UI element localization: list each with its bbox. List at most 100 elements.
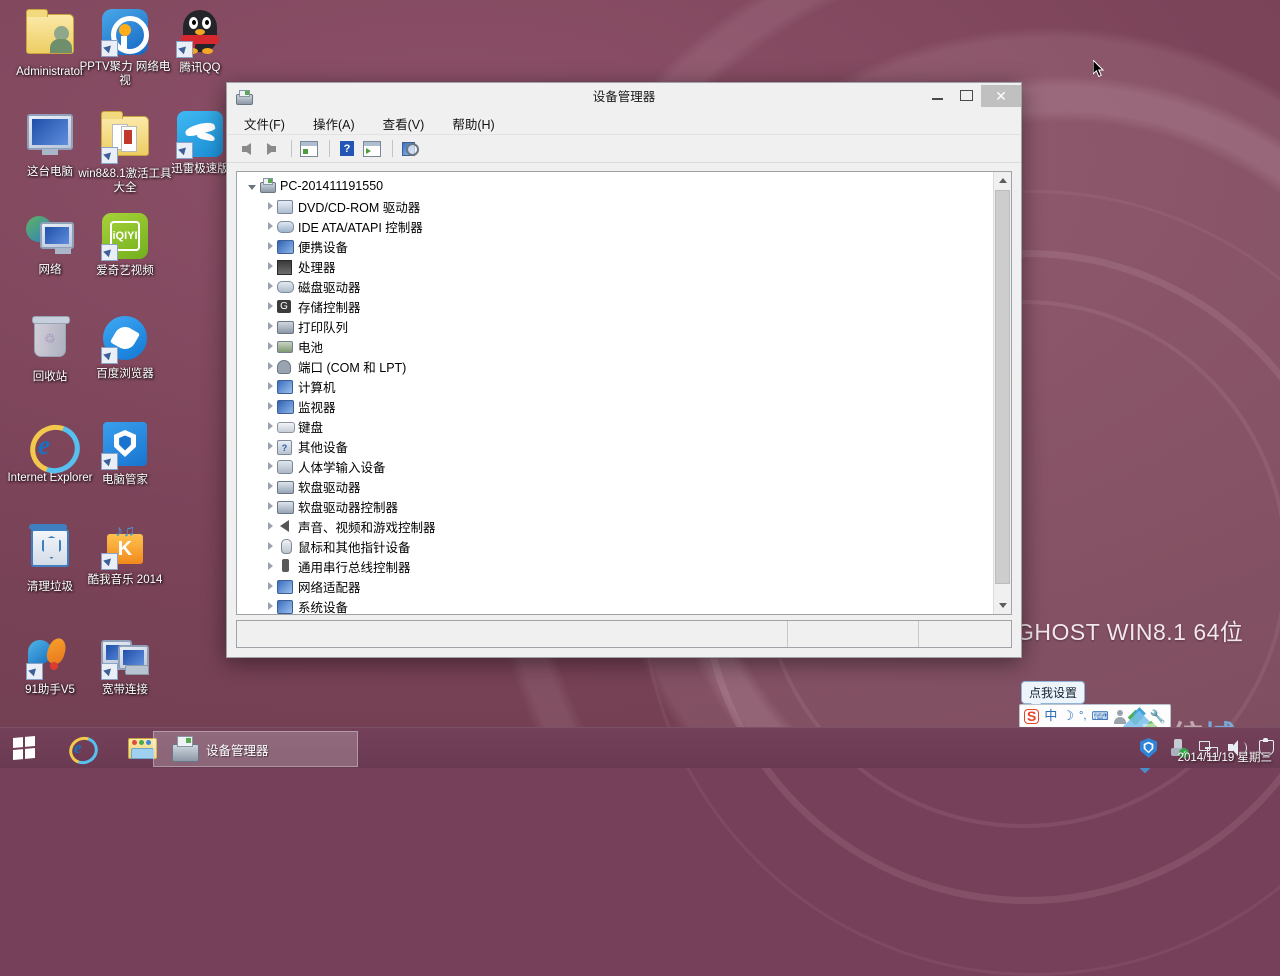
tree-row-printer[interactable]: 打印队列 <box>241 316 994 336</box>
expand-toggle[interactable] <box>263 342 277 350</box>
tree-row-hid[interactable]: 人体学输入设备 <box>241 456 994 476</box>
punctuation-icon[interactable]: °, <box>1079 709 1086 723</box>
expand-toggle[interactable] <box>263 382 277 390</box>
properties-icon[interactable] <box>298 138 320 160</box>
expand-toggle[interactable] <box>263 522 277 530</box>
vertical-scrollbar[interactable] <box>993 172 1011 614</box>
expand-toggle[interactable] <box>263 602 277 610</box>
expand-toggle[interactable] <box>263 482 277 490</box>
toolbar[interactable]: ? <box>227 135 1021 163</box>
expand-toggle[interactable] <box>263 362 277 370</box>
back-icon[interactable] <box>235 138 257 160</box>
tree-row-system-devices[interactable]: 系统设备 <box>241 596 994 614</box>
expand-toggle[interactable] <box>263 202 277 210</box>
start-button[interactable] <box>0 728 48 768</box>
status-bar <box>236 620 1012 648</box>
tree-row-ide[interactable]: IDE ATA/ATAPI 控制器 <box>241 216 994 236</box>
taskbar-ie[interactable]: e <box>60 731 102 765</box>
help-icon[interactable]: ? <box>336 138 358 160</box>
forward-icon[interactable] <box>260 138 282 160</box>
tree-row-label: 通用串行总线控制器 <box>298 557 411 576</box>
settings-tooltip[interactable]: 点我设置 <box>1021 681 1085 704</box>
desktop-icon-pc-manager[interactable]: 电脑管家 <box>77 420 173 487</box>
scrollbar-thumb[interactable] <box>995 190 1010 584</box>
moon-icon[interactable]: ☽ <box>1062 709 1074 723</box>
expand-toggle[interactable] <box>263 542 277 550</box>
window-titlebar[interactable]: 设备管理器 ✕ <box>227 83 1021 112</box>
device-tree[interactable]: PC-201411191550 DVD/CD-ROM 驱动器 IDE ATA/A… <box>237 172 994 614</box>
maximize-button[interactable] <box>952 85 981 107</box>
expand-toggle[interactable] <box>263 442 277 450</box>
taskbar-clock[interactable]: 2014/11/19 星期三 <box>1178 749 1272 765</box>
tree-row-label: 键盘 <box>298 417 323 436</box>
expand-toggle[interactable] <box>263 322 277 330</box>
tree-row-other-devices[interactable]: ? 其他设备 <box>241 436 994 456</box>
expand-toggle[interactable] <box>263 562 277 570</box>
pc-manager-shield-icon <box>101 422 149 470</box>
tree-row-label: 其他设备 <box>298 437 348 456</box>
computer-icon <box>26 114 74 162</box>
scan-hardware-icon[interactable] <box>399 138 421 160</box>
desktop-icon-baidu-browser[interactable]: 百度浏览器 <box>77 314 173 381</box>
menu-view[interactable]: 查看(V) <box>380 113 428 134</box>
tree-row-usb[interactable]: 通用串行总线控制器 <box>241 556 994 576</box>
tree-row-cpu[interactable]: 处理器 <box>241 256 994 276</box>
tree-root-label: PC-201411191550 <box>280 179 383 193</box>
desktop-icon-label: 百度浏览器 <box>77 367 173 381</box>
tree-row-disk[interactable]: 磁盘驱动器 <box>241 276 994 296</box>
tree-root-row[interactable]: PC-201411191550 <box>241 176 994 196</box>
tree-row-dvd[interactable]: DVD/CD-ROM 驱动器 <box>241 196 994 216</box>
desktop-icon-broadband-connection[interactable]: 宽带连接 <box>77 632 173 697</box>
desktop-icon-tencent-qq[interactable]: 腾讯QQ <box>152 8 248 75</box>
menu-help[interactable]: 帮助(H) <box>449 113 497 134</box>
expand-toggle[interactable] <box>263 262 277 270</box>
menu-action[interactable]: 操作(A) <box>310 113 358 134</box>
tree-row-floppy-ctrl[interactable]: 软盘驱动器控制器 <box>241 496 994 516</box>
storage-icon: G <box>277 298 294 314</box>
tree-row-portable[interactable]: 便携设备 <box>241 236 994 256</box>
expand-toggle[interactable] <box>263 242 277 250</box>
usb-icon <box>277 558 294 574</box>
expand-toggle[interactable] <box>263 402 277 410</box>
expand-toggle-root[interactable] <box>245 182 259 190</box>
expand-toggle[interactable] <box>263 302 277 310</box>
menu-file[interactable]: 文件(F) <box>241 113 288 134</box>
scroll-down-button[interactable] <box>994 597 1011 614</box>
device-tree-panel[interactable]: PC-201411191550 DVD/CD-ROM 驱动器 IDE ATA/A… <box>236 171 1012 615</box>
tree-row-computer[interactable]: 计算机 <box>241 376 994 396</box>
scroll-up-button[interactable] <box>994 172 1011 189</box>
chinese-mode-icon[interactable]: 中 <box>1044 709 1057 723</box>
minimize-button[interactable] <box>923 85 952 107</box>
tree-row-label: IDE ATA/ATAPI 控制器 <box>298 217 423 236</box>
device-manager-window[interactable]: 设备管理器 ✕ 文件(F) 操作(A) 查看(V) 帮助(H) <box>226 82 1022 658</box>
expand-toggle[interactable] <box>263 422 277 430</box>
close-button[interactable]: ✕ <box>981 85 1021 107</box>
tree-row-ports[interactable]: 端口 (COM 和 LPT) <box>241 356 994 376</box>
tree-row-label: DVD/CD-ROM 驱动器 <box>298 197 420 216</box>
status-cell-3 <box>919 621 1011 647</box>
tree-row-keyboard[interactable]: 键盘 <box>241 416 994 436</box>
soft-keyboard-icon[interactable]: ⌨ <box>1091 709 1108 723</box>
window-controls[interactable]: ✕ <box>923 82 1021 114</box>
pc-manager-tray-icon[interactable] <box>1140 738 1160 758</box>
expand-toggle[interactable] <box>263 222 277 230</box>
sogou-icon[interactable]: S <box>1024 709 1039 724</box>
tree-row-network-adapter[interactable]: 网络适配器 <box>241 576 994 596</box>
expand-toggle[interactable] <box>263 502 277 510</box>
mouse-cursor <box>1093 60 1105 78</box>
tree-row-monitor[interactable]: 监视器 <box>241 396 994 416</box>
expand-toggle[interactable] <box>263 582 277 590</box>
tree-row-mouse[interactable]: 鼠标和其他指针设备 <box>241 536 994 556</box>
tree-row-sound[interactable]: 声音、视频和游戏控制器 <box>241 516 994 536</box>
tree-row-battery[interactable]: 电池 <box>241 336 994 356</box>
taskbar[interactable]: e 设备管理器 ✓ <box>0 727 1280 768</box>
taskbar-device-manager[interactable]: 设备管理器 <box>153 731 358 767</box>
desktop-icon-iqiyi[interactable]: iQIYI 爱奇艺视频 <box>77 212 173 278</box>
desktop-icon-kuwo-music[interactable]: K ♪♫ 酷我音乐 2014 <box>77 522 173 587</box>
expand-toggle[interactable] <box>263 282 277 290</box>
show-hidden-icon[interactable] <box>361 138 383 160</box>
expand-toggle[interactable] <box>263 462 277 470</box>
tree-row-storage[interactable]: G 存储控制器 <box>241 296 994 316</box>
tree-row-floppy[interactable]: 软盘驱动器 <box>241 476 994 496</box>
menu-bar[interactable]: 文件(F) 操作(A) 查看(V) 帮助(H) <box>227 112 1021 135</box>
